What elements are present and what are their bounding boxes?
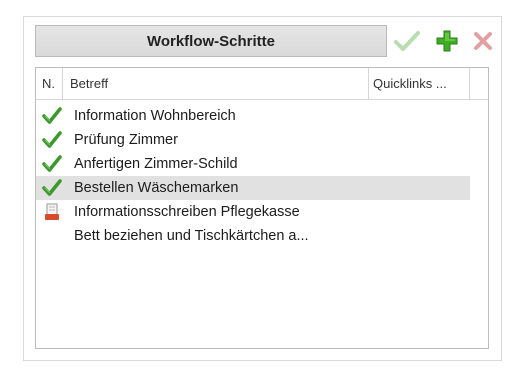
- check-icon: [42, 154, 62, 174]
- add-step-button[interactable]: [433, 27, 461, 55]
- row-subject: Prüfung Zimmer: [74, 132, 178, 148]
- column-header-number[interactable]: N.: [36, 68, 63, 99]
- column-header-subject[interactable]: Betreff: [63, 68, 369, 99]
- check-icon: [42, 130, 62, 150]
- close-icon: [474, 32, 492, 50]
- plus-icon: [436, 30, 458, 52]
- table-row[interactable]: Information Wohnbereich: [36, 104, 470, 128]
- panel-title: Workflow-Schritte: [35, 25, 387, 57]
- table-row[interactable]: Bestellen Wäschemarken: [36, 176, 470, 200]
- table-row[interactable]: Prüfung Zimmer: [36, 128, 470, 152]
- table-row[interactable]: Anfertigen Zimmer-Schild: [36, 152, 470, 176]
- check-icon: [42, 106, 62, 126]
- grid-header: N. Betreff Quicklinks ...: [36, 68, 488, 100]
- row-subject: Information Wohnbereich: [74, 108, 236, 124]
- workflow-steps-grid: N. Betreff Quicklinks ... Information Wo…: [35, 67, 489, 349]
- table-row[interactable]: Bett beziehen und Tischkärtchen a...: [36, 224, 470, 248]
- row-subject: Informationsschreiben Pflegekasse: [74, 204, 300, 220]
- table-row[interactable]: Informationsschreiben Pflegekasse: [36, 200, 470, 224]
- document-icon: [42, 202, 62, 222]
- empty-status-icon: [42, 226, 62, 246]
- check-icon: [394, 31, 420, 51]
- remove-step-button[interactable]: [469, 27, 497, 55]
- row-subject: Bestellen Wäschemarken: [74, 180, 239, 196]
- row-subject: Anfertigen Zimmer-Schild: [74, 156, 238, 172]
- check-icon: [42, 178, 62, 198]
- row-subject: Bett beziehen und Tischkärtchen a...: [74, 228, 309, 244]
- confirm-button[interactable]: [393, 27, 421, 55]
- column-header-quicklinks[interactable]: Quicklinks ...: [369, 68, 470, 99]
